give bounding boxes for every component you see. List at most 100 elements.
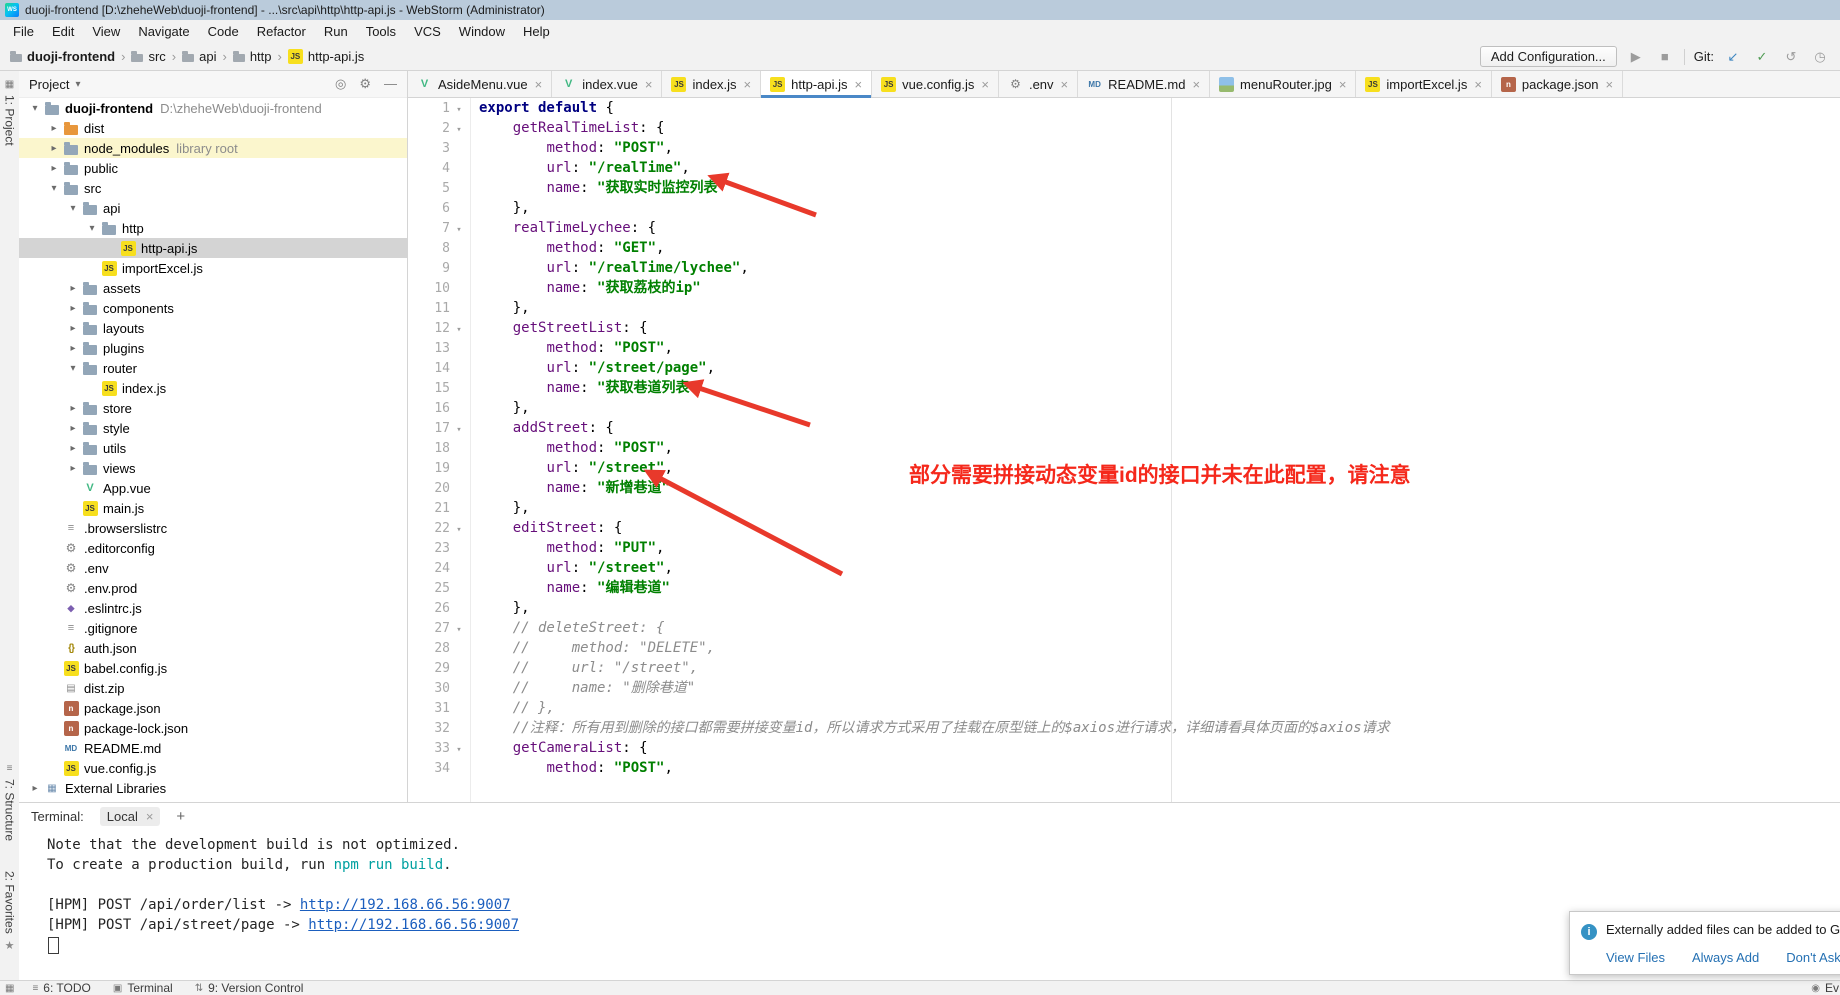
tree-item-src[interactable]: ▾src [19,178,407,198]
chevron-right-icon[interactable]: ▸ [65,463,81,474]
code-text[interactable]: // method: "DELETE", [470,638,715,658]
chevron-right-icon[interactable]: ▸ [65,423,81,434]
code-text[interactable]: method: "PUT", [470,538,664,558]
menu-navigate[interactable]: Navigate [129,24,198,39]
fold-icon[interactable]: ▾ [450,100,468,120]
fold-icon[interactable]: ▾ [450,620,468,640]
hide-panel-icon[interactable]: — [384,76,397,92]
menu-help[interactable]: Help [514,24,559,39]
tab-index-js[interactable]: JSindex.js× [662,71,761,97]
tree-item-eslintrc-js[interactable]: ◆.eslintrc.js [19,598,407,618]
close-icon[interactable]: × [1192,77,1200,92]
menu-code[interactable]: Code [199,24,248,39]
menu-tools[interactable]: Tools [357,24,405,39]
close-icon[interactable]: × [146,809,154,824]
tree-item-external-libraries[interactable]: ▸▦External Libraries [19,778,407,798]
code-text[interactable]: addStreet: { [470,418,614,438]
chevron-down-icon[interactable]: ▾ [65,363,81,374]
tab-readme-md[interactable]: MDREADME.md× [1078,71,1210,97]
git-commit-icon[interactable]: ✓ [1752,49,1772,65]
tree-item-api[interactable]: ▾api [19,198,407,218]
notification-action-always-add[interactable]: Always Add [1692,950,1759,965]
code-text[interactable]: method: "POST", [470,438,673,458]
tree-item-package-json[interactable]: npackage.json [19,698,407,718]
close-icon[interactable]: × [1061,77,1069,92]
terminal-tab-local[interactable]: Local × [100,807,161,826]
tree-item-package-lock-json[interactable]: npackage-lock.json [19,718,407,738]
code-text[interactable]: url: "/street/page", [470,358,715,378]
run-icon[interactable]: ▶ [1626,49,1646,65]
code-text[interactable]: method: "POST", [470,138,673,158]
close-icon[interactable]: × [535,77,543,92]
stop-icon[interactable]: ■ [1655,49,1675,64]
menu-vcs[interactable]: VCS [405,24,450,39]
tab-menurouter-jpg[interactable]: menuRouter.jpg× [1210,71,1356,97]
tree-item-http-api-js[interactable]: JShttp-api.js [19,238,407,258]
code-text[interactable]: }, [470,298,530,318]
status-6-todo[interactable]: ≡6: TODO [32,981,90,995]
breadcrumb-http[interactable]: http [233,49,272,64]
tree-item-public[interactable]: ▸public [19,158,407,178]
chevron-right-icon[interactable]: ▸ [46,123,62,134]
tree-item-env-prod[interactable]: ⚙.env.prod [19,578,407,598]
tree-item-readme-md[interactable]: MDREADME.md [19,738,407,758]
tree-item-env[interactable]: ⚙.env [19,558,407,578]
tool-windows-grid-icon[interactable]: ▦ [5,983,14,994]
code-text[interactable]: editStreet: { [470,518,622,538]
chevron-right-icon[interactable]: ▸ [65,303,81,314]
chevron-down-icon[interactable]: ▾ [75,79,80,90]
chevron-down-icon[interactable]: ▾ [65,203,81,214]
tree-item-store[interactable]: ▸store [19,398,407,418]
chevron-right-icon[interactable]: ▸ [65,443,81,454]
tab-importexcel-js[interactable]: JSimportExcel.js× [1356,71,1492,97]
menu-edit[interactable]: Edit [43,24,83,39]
locate-icon[interactable]: ◎ [335,76,346,92]
git-update-icon[interactable]: ↙ [1723,49,1743,65]
tab-vue-config-js[interactable]: JSvue.config.js× [872,71,999,97]
tool-window-favorites-button[interactable]: 2: Favorites ★ [0,871,19,952]
code-text[interactable]: method: "POST", [470,338,673,358]
fold-icon[interactable]: ▾ [450,320,468,340]
code-text[interactable]: getStreetList: { [470,318,648,338]
code-text[interactable]: name: "编辑巷道" [470,578,670,598]
notification-action-view-files[interactable]: View Files [1606,950,1665,965]
code-text[interactable]: method: "POST", [470,758,673,778]
tree-item-main-js[interactable]: JSmain.js [19,498,407,518]
tab-package-json[interactable]: npackage.json× [1492,71,1623,97]
notification-action-don-t-ask-agai[interactable]: Don't Ask Agai [1786,950,1840,965]
tab-index-vue[interactable]: Vindex.vue× [552,71,662,97]
tool-window-project-button[interactable]: ▦ 1: Project [0,79,19,146]
tree-item-router[interactable]: ▾router [19,358,407,378]
status-event-log[interactable]: ◉Ev [1811,981,1839,995]
chevron-right-icon[interactable]: ▸ [46,163,62,174]
chevron-down-icon[interactable]: ▾ [46,183,62,194]
close-icon[interactable]: × [744,77,752,92]
code-text[interactable]: getCameraList: { [470,738,648,758]
chevron-right-icon[interactable]: ▸ [46,143,62,154]
breadcrumb-api[interactable]: api [182,49,216,64]
terminal-output[interactable]: Note that the development build is not o… [19,829,1840,955]
code-text[interactable]: name: "获取荔枝的ip" [470,278,701,298]
tree-item-assets[interactable]: ▸assets [19,278,407,298]
chevron-down-icon[interactable]: ▾ [27,103,43,114]
new-terminal-button[interactable]: + [176,808,185,825]
tree-item-layouts[interactable]: ▸layouts [19,318,407,338]
tree-item-auth-json[interactable]: {}auth.json [19,638,407,658]
tool-window-structure-button[interactable]: ≡ 7: Structure [0,763,19,841]
tree-item-editorconfig[interactable]: ⚙.editorconfig [19,538,407,558]
code-text[interactable]: realTimeLychee: { [470,218,656,238]
code-text[interactable]: // deleteStreet: { [470,618,664,638]
terminal-link[interactable]: http://192.168.66.56:9007 [308,917,519,933]
code-text[interactable]: url: "/realTime", [470,158,690,178]
code-editor[interactable]: 1▾export default {2▾ getRealTimeList: {3… [408,98,1840,802]
settings-gear-icon[interactable]: ⚙ [359,76,371,92]
code-text[interactable]: url: "/street", [470,558,673,578]
status-terminal[interactable]: ▣Terminal [113,981,173,995]
status-9-version-control[interactable]: ⇅9: Version Control [195,981,304,995]
tree-item-views[interactable]: ▸views [19,458,407,478]
tree-item-importexcel-js[interactable]: JSimportExcel.js [19,258,407,278]
tree-item-index-js[interactable]: JSindex.js [19,378,407,398]
breadcrumb-http-api-js[interactable]: JShttp-api.js [288,49,364,64]
code-text[interactable]: name: "获取巷道列表" [470,378,698,398]
clock-icon[interactable]: ◷ [1810,49,1830,65]
